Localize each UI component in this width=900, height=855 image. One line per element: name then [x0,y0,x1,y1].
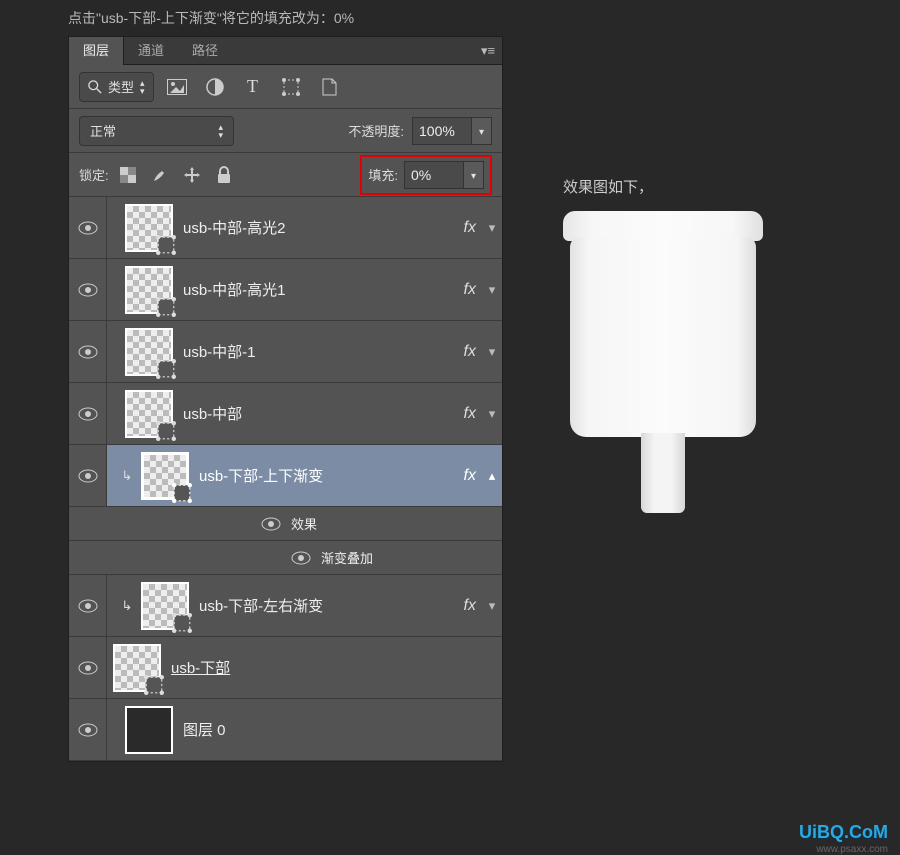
tab-paths[interactable]: 路径 [178,37,232,65]
chevron-down-icon[interactable]: ▾ [482,282,502,298]
shape-badge-icon [155,358,177,380]
opacity-label: 不透明度: [348,121,404,140]
shape-badge-icon [171,482,193,504]
shape-badge-icon [143,674,165,696]
chevron-down-icon[interactable] [471,118,491,144]
fx-icon[interactable]: fx [458,467,482,485]
blend-mode-dropdown[interactable]: 正常 ▴▾ [79,116,234,146]
fx-icon[interactable]: fx [458,343,482,361]
visibility-toggle[interactable] [69,321,107,382]
shape-badge-icon [155,420,177,442]
tab-layers[interactable]: 图层 [69,37,124,65]
panel-menu-icon[interactable]: ▾≡ [474,43,502,59]
effect-gradient-overlay-row[interactable]: 渐变叠加 [69,541,502,575]
layer-name[interactable]: usb-中部-高光1 [179,279,458,300]
preview-caption: 效果图如下， [563,176,900,197]
layer-thumbnail [125,706,173,754]
filter-adjustment-icon[interactable] [200,72,230,102]
layers-panel: 图层 通道 路径 ▾≡ 类型 ▴▾ T [68,36,503,762]
lock-brush-icon[interactable] [149,164,171,186]
effects-header-row[interactable]: 效果 [69,507,502,541]
layer-row-selected[interactable]: ↳ usb-下部-上下渐变 fx ▴ [69,445,502,507]
layer-name[interactable]: usb-下部 [167,657,502,678]
lock-label: 锁定: [79,165,109,184]
shape-badge-icon [155,296,177,318]
clip-arrow-icon: ↳ [119,468,135,484]
visibility-toggle[interactable] [287,541,315,574]
fx-icon[interactable]: fx [458,281,482,299]
filter-image-icon[interactable] [162,72,192,102]
fx-icon[interactable]: fx [458,219,482,237]
visibility-toggle[interactable] [69,259,107,320]
layer-row[interactable]: ↳ usb-下部-左右渐变 fx ▾ [69,575,502,637]
tab-channels[interactable]: 通道 [124,37,178,65]
filter-text-icon[interactable]: T [238,72,268,102]
fill-label: 填充: [368,165,398,184]
chevron-down-icon[interactable]: ▾ [482,406,502,422]
charger-illustration [563,211,763,513]
lock-transparent-icon[interactable] [117,164,139,186]
chevron-down-icon[interactable] [463,162,483,188]
layer-name[interactable]: usb-下部-左右渐变 [195,595,458,616]
visibility-toggle[interactable] [69,197,107,258]
chevron-down-icon[interactable]: ▾ [482,598,502,614]
filter-smartobject-icon[interactable] [314,72,344,102]
visibility-toggle[interactable] [69,383,107,444]
visibility-toggle[interactable] [69,637,107,698]
fill-field[interactable] [404,161,484,189]
lock-move-icon[interactable] [181,164,203,186]
preview-area: 效果图如下， [503,36,900,762]
lock-all-icon[interactable] [213,164,235,186]
visibility-toggle[interactable] [69,699,107,760]
filter-type-label: 类型 [108,77,134,96]
chevron-up-icon[interactable]: ▴ [482,468,502,484]
layer-row[interactable]: usb-中部-1 fx ▾ [69,321,502,383]
layer-name[interactable]: usb-中部-高光2 [179,217,458,238]
visibility-toggle[interactable] [69,445,107,506]
chevron-down-icon[interactable]: ▾ [482,344,502,360]
layer-row[interactable]: 图层 0 [69,699,502,761]
shape-badge-icon [171,612,193,634]
effects-label: 效果 [285,514,317,533]
filter-row: 类型 ▴▾ T [69,65,502,109]
layer-name[interactable]: usb-下部-上下渐变 [195,465,458,486]
fx-icon[interactable]: fx [458,597,482,615]
layer-row[interactable]: usb-中部-高光1 fx ▾ [69,259,502,321]
layer-row[interactable]: usb-下部 [69,637,502,699]
chevron-down-icon[interactable]: ▾ [482,220,502,236]
layer-row[interactable]: usb-中部 fx ▾ [69,383,502,445]
watermark: UiBQ.CoM [799,822,888,843]
blend-row: 正常 ▴▾ 不透明度: [69,109,502,153]
dropdown-arrows-icon: ▴▾ [140,79,145,95]
dropdown-arrows-icon: ▴▾ [218,123,223,139]
layers-list: usb-中部-高光2 fx ▾ usb-中部-高光1 fx ▾ [69,197,502,761]
fill-input[interactable] [405,162,463,188]
panel-tabs: 图层 通道 路径 ▾≡ [69,37,502,65]
visibility-toggle[interactable] [257,507,285,540]
visibility-toggle[interactable] [69,575,107,636]
watermark-sub: www.psaxx.com [816,844,888,855]
fx-icon[interactable]: fx [458,405,482,423]
layer-name[interactable]: usb-中部 [179,403,458,424]
opacity-input[interactable] [413,118,471,144]
clip-arrow-icon: ↳ [119,598,135,614]
lock-row: 锁定: 填充: [69,153,502,197]
shape-badge-icon [155,234,177,256]
search-icon [88,80,102,94]
effect-name: 渐变叠加 [315,548,373,567]
filter-type-dropdown[interactable]: 类型 ▴▾ [79,72,154,102]
layer-name[interactable]: usb-中部-1 [179,341,458,362]
layer-row[interactable]: usb-中部-高光2 fx ▾ [69,197,502,259]
blend-mode-value: 正常 [90,121,116,140]
layer-name[interactable]: 图层 0 [179,719,502,740]
instruction-text: 点击"usb-下部-上下渐变"将它的填充改为：0% [0,0,900,36]
filter-shape-icon[interactable] [276,72,306,102]
fill-highlight: 填充: [360,155,492,195]
opacity-field[interactable] [412,117,492,145]
